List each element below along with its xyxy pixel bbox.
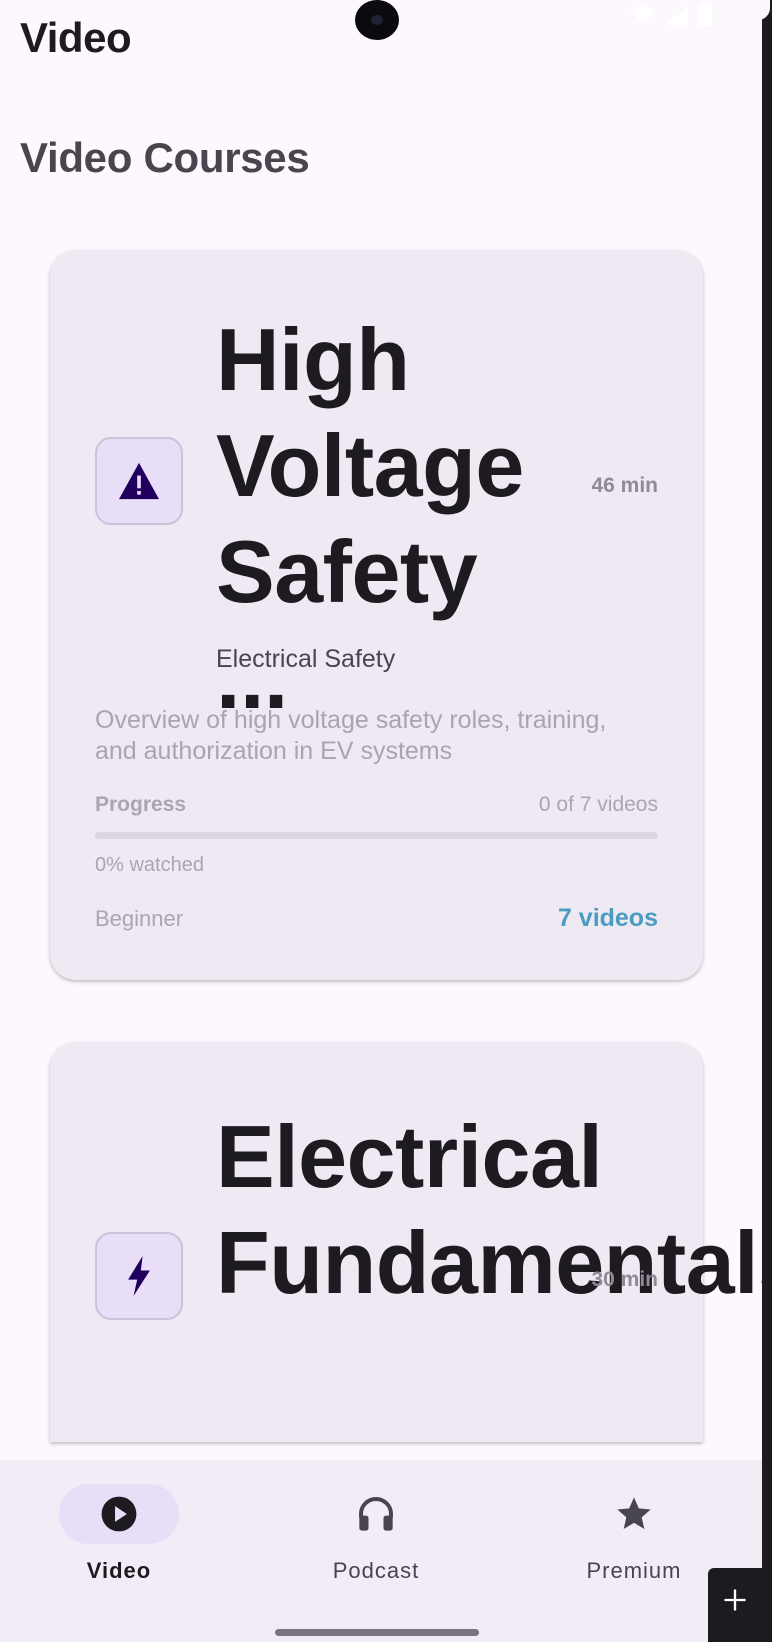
course-level: Beginner (95, 906, 184, 931)
battery-icon (698, 4, 712, 26)
status-bar-icons (630, 4, 712, 26)
progress-count: 0 of 7 videos (538, 793, 658, 816)
nav-tab-podcast[interactable]: Podcast (276, 1484, 476, 1584)
plus-icon (724, 1589, 746, 1611)
video-count-link[interactable]: 7 videos (558, 904, 658, 933)
progress-label: Progress (95, 793, 187, 816)
signal-icon (666, 5, 688, 25)
course-category: Electrical Safety (216, 645, 396, 673)
home-indicator[interactable] (275, 1629, 479, 1636)
course-title: Electrical Fundamentals (216, 1107, 772, 1312)
wifi-icon (630, 6, 656, 24)
course-duration: 46 min (591, 474, 658, 497)
nav-label: Video (86, 1558, 152, 1583)
course-card-high-voltage-safety[interactable]: High Voltage Safety ... 46 min Electrica… (50, 250, 703, 980)
star-icon (617, 1497, 651, 1529)
nav-active-indicator (59, 1484, 179, 1544)
nav-label: Premium (586, 1558, 682, 1583)
course-duration: 30 min (591, 1268, 658, 1291)
watched-percent: 0% watched (95, 854, 204, 876)
progress-bar (95, 832, 658, 839)
headphones-icon (359, 1497, 393, 1531)
course-card-electrical-fundamentals[interactable]: Electrical Fundamentals 30 min (50, 1042, 772, 1442)
nav-label: Podcast (332, 1558, 420, 1583)
add-button[interactable] (708, 1568, 762, 1642)
course-icon-box (95, 1232, 183, 1320)
section-title: Video Courses (20, 134, 310, 181)
right-edge (762, 0, 772, 1642)
lightning-icon (128, 1256, 150, 1296)
course-icon-box (95, 437, 183, 525)
app-title: Video (20, 14, 132, 61)
front-camera (355, 0, 399, 40)
bottom-navigation: Video Podcast Premium (0, 1460, 762, 1642)
nav-tab-video[interactable]: Video (19, 1484, 219, 1584)
nav-tab-premium[interactable]: Premium (534, 1484, 734, 1584)
play-circle-icon (101, 1496, 137, 1532)
warning-icon (119, 462, 159, 500)
course-description: Overview of high voltage safety roles, t… (95, 706, 607, 765)
